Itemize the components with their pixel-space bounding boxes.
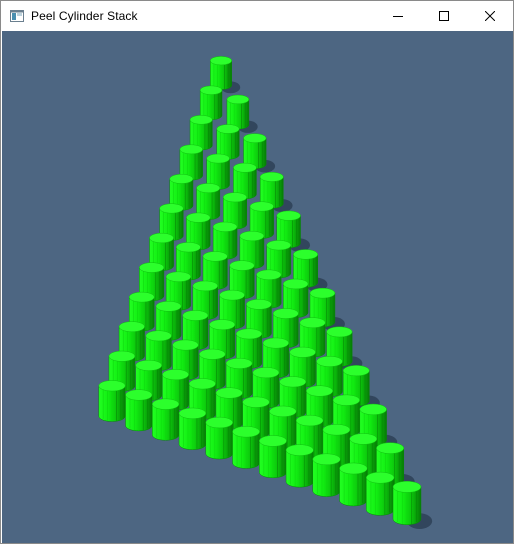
cylinder	[392, 481, 422, 525]
app-window: Peel Cylinder Stack	[0, 0, 514, 544]
title-bar[interactable]: Peel Cylinder Stack	[1, 1, 513, 31]
window-title: Peel Cylinder Stack	[31, 9, 138, 23]
cylinder	[226, 94, 250, 130]
3d-viewport[interactable]	[2, 31, 513, 543]
cylinder	[210, 56, 232, 90]
cylinder	[366, 471, 395, 516]
maximize-button[interactable]	[421, 1, 467, 31]
cylinder	[312, 453, 341, 497]
window-app-icon	[9, 8, 25, 24]
cylinder	[205, 416, 234, 460]
cylinder	[178, 407, 207, 450]
close-button[interactable]	[467, 1, 513, 31]
cylinder	[125, 389, 153, 432]
cylinder	[285, 444, 314, 488]
cylinder	[232, 426, 260, 469]
cylinder	[152, 398, 180, 441]
cylinder-stack-scene	[98, 56, 433, 529]
cylinder	[98, 380, 126, 422]
close-icon	[485, 11, 495, 21]
window-controls	[375, 1, 513, 31]
maximize-icon	[439, 11, 449, 21]
minimize-button[interactable]	[375, 1, 421, 31]
cylinder	[339, 462, 368, 507]
cylinder	[259, 435, 287, 479]
cylinder-group	[98, 56, 422, 525]
cylinder	[199, 85, 223, 120]
minimize-icon	[393, 16, 403, 17]
